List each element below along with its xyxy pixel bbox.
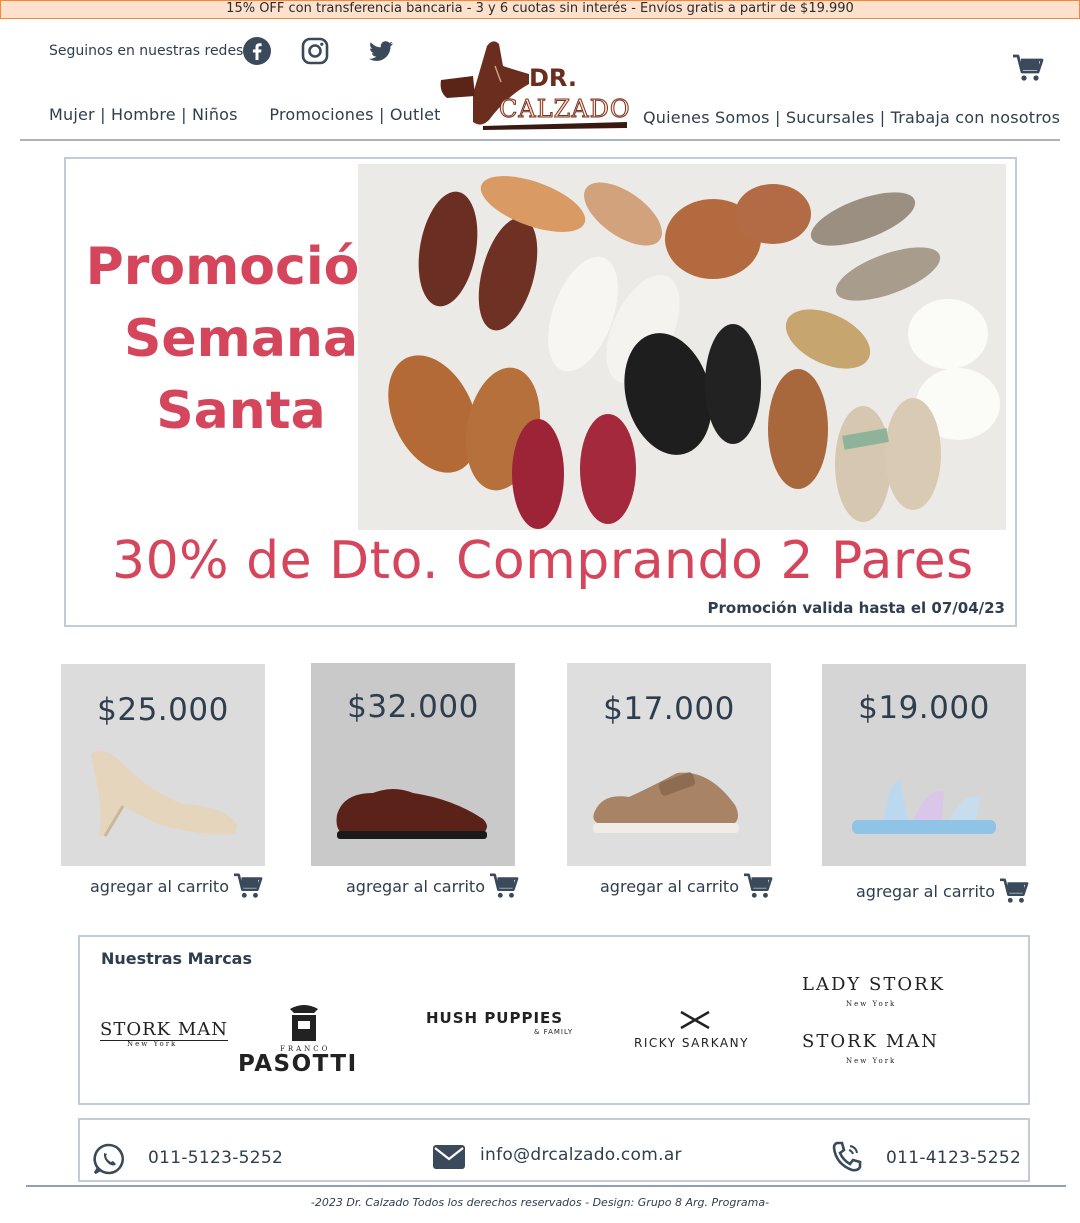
email-icon[interactable] bbox=[432, 1144, 466, 1170]
nav-hombre[interactable]: Hombre bbox=[111, 105, 176, 124]
brand-logo[interactable]: DR. CALZADO bbox=[437, 36, 637, 130]
nav-trabaja[interactable]: Trabaja con nosotros bbox=[891, 108, 1061, 127]
brand-stork-man-sub: New York bbox=[127, 1040, 178, 1048]
facebook-icon[interactable] bbox=[242, 36, 272, 66]
nav-left: Mujer | Hombre | Niños Promociones | Out… bbox=[49, 105, 441, 124]
product-price: $17.000 bbox=[603, 691, 735, 727]
nav-ninos[interactable]: Niños bbox=[192, 105, 238, 124]
brand-stork-man-sub-2: New York bbox=[846, 1057, 897, 1065]
brand-stork-man-logo[interactable]: STORK MAN bbox=[100, 1019, 228, 1041]
add-to-cart-label: agregar al carrito bbox=[90, 876, 229, 896]
nav-promociones[interactable]: Promociones bbox=[269, 105, 373, 124]
nav-mujer[interactable]: Mujer bbox=[49, 105, 95, 124]
brand-hush-puppies-logo[interactable]: HUSH PUPPIES bbox=[426, 1009, 563, 1027]
product-card[interactable]: $17.000 bbox=[567, 663, 771, 866]
nav-sucursales[interactable]: Sucursales bbox=[786, 108, 875, 127]
social-label: Seguinos en nuestras redes bbox=[49, 43, 244, 59]
add-to-cart-button[interactable]: agregar al carrito bbox=[600, 872, 773, 900]
nav-right: Quienes Somos | Sucursales | Trabaja con… bbox=[643, 108, 1061, 127]
brand-stork-man-logo-2[interactable]: STORK MAN bbox=[802, 1031, 939, 1052]
add-to-cart-label: agregar al carrito bbox=[600, 876, 739, 896]
email-address[interactable]: info@drcalzado.com.ar bbox=[480, 1145, 682, 1165]
promo-title-line: Semana bbox=[123, 309, 359, 369]
promo-valid-date: Promoción valida hasta el 07/04/23 bbox=[707, 599, 1006, 617]
cart-icon bbox=[999, 878, 1029, 903]
add-to-cart-button[interactable]: agregar al carrito bbox=[346, 872, 519, 900]
brand-lady-stork-logo[interactable]: LADY STORK bbox=[802, 974, 945, 995]
product-price: $32.000 bbox=[347, 689, 479, 725]
phone-number[interactable]: 011-4123-5252 bbox=[886, 1148, 1021, 1168]
promo-title-line: Promoción bbox=[85, 237, 397, 297]
footer-text: -2023 Dr. Calzado Todos los derechos res… bbox=[310, 1196, 770, 1209]
product-card[interactable]: $32.000 bbox=[311, 663, 515, 866]
promo-title-line: Santa bbox=[156, 381, 326, 441]
contact-section: 011-5123-5252 info@drcalzado.com.ar 011-… bbox=[78, 1118, 1030, 1182]
nav-outlet[interactable]: Outlet bbox=[390, 105, 441, 124]
sandal-image bbox=[852, 780, 996, 834]
product-card[interactable]: $25.000 bbox=[61, 664, 265, 866]
brand-pasotti-logo[interactable]: PASOTTI bbox=[238, 1051, 358, 1077]
product-card[interactable]: $19.000 bbox=[822, 664, 1026, 866]
franco-pasotti-emblem-icon bbox=[290, 1005, 318, 1041]
add-to-cart-label: agregar al carrito bbox=[856, 881, 995, 901]
twitter-icon[interactable] bbox=[366, 36, 396, 66]
logo-text-dr: DR. bbox=[529, 64, 577, 92]
logo-text-calzado: CALZADO bbox=[499, 95, 631, 124]
cart-icon bbox=[743, 873, 773, 898]
oxford-shoe-image bbox=[336, 789, 487, 839]
shoes-collage-image bbox=[358, 164, 1006, 530]
promo-title: Promoción Semana Santa bbox=[76, 231, 406, 447]
cart-icon bbox=[489, 873, 519, 898]
add-to-cart-label: agregar al carrito bbox=[346, 876, 485, 896]
cart-icon bbox=[233, 873, 263, 898]
cart-icon[interactable] bbox=[1012, 53, 1044, 83]
phone-icon[interactable] bbox=[830, 1140, 864, 1174]
product-price: $19.000 bbox=[858, 690, 990, 726]
add-to-cart-button[interactable]: agregar al carrito bbox=[856, 877, 1029, 905]
footer-divider bbox=[26, 1185, 1066, 1187]
product-price: $25.000 bbox=[97, 692, 229, 728]
brands-title: Nuestras Marcas bbox=[101, 949, 252, 968]
nav-quienes-somos[interactable]: Quienes Somos bbox=[643, 108, 770, 127]
promo-banner-top: 15% OFF con transferencia bancaria - 3 y… bbox=[0, 0, 1080, 19]
promo-section: Promoción Semana Santa 30% de Dto. Compr… bbox=[64, 157, 1017, 627]
brand-lady-stork-sub: New York bbox=[846, 1000, 897, 1008]
brands-section: Nuestras Marcas STORK MAN New York FRANC… bbox=[78, 935, 1030, 1105]
instagram-icon[interactable] bbox=[300, 36, 330, 66]
header-divider bbox=[20, 139, 1060, 141]
brand-hush-sub: & FAMILY bbox=[534, 1028, 574, 1036]
heel-shoe-image bbox=[91, 750, 237, 837]
add-to-cart-button[interactable]: agregar al carrito bbox=[90, 872, 263, 900]
brand-ricky-sarkany-logo[interactable]: RICKY SARKANY bbox=[634, 1036, 749, 1050]
velcro-shoe-image bbox=[593, 772, 739, 833]
promo-subtitle: 30% de Dto. Comprando 2 Pares bbox=[112, 531, 974, 591]
whatsapp-number[interactable]: 011-5123-5252 bbox=[148, 1148, 283, 1168]
ricky-sarkany-emblem-icon bbox=[680, 1010, 710, 1030]
whatsapp-icon[interactable] bbox=[92, 1142, 126, 1176]
